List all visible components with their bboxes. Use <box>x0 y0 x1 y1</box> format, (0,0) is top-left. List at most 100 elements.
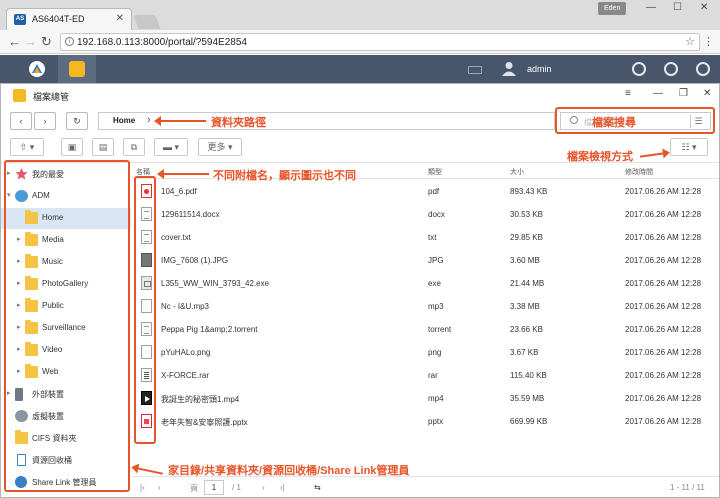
window-minimize-icon[interactable]: — <box>653 88 663 99</box>
file-type: png <box>428 348 442 357</box>
refresh-button[interactable]: ↻ <box>66 112 88 130</box>
file-size: 3.60 MB <box>510 256 540 265</box>
forward-icon[interactable]: → <box>24 34 37 49</box>
upload-button[interactable]: ⇧ ▾ <box>10 138 44 156</box>
file-size: 30.53 KB <box>510 210 543 219</box>
file-row[interactable]: X-FORCE.rar rar 115.40 KB 2017.06.26 AM … <box>132 364 719 387</box>
first-page-icon[interactable]: |‹ <box>140 483 145 492</box>
file-explorer-app-button[interactable] <box>58 55 96 83</box>
nav-back-button[interactable]: ‹ <box>10 112 32 130</box>
file-modified: 2017.06.26 AM 12:28 <box>625 348 702 357</box>
folder-actions-button[interactable]: ▬ ▾ <box>154 138 188 156</box>
column-header-size[interactable]: 大小 <box>510 167 524 177</box>
file-row[interactable]: IMG_7608 (1).JPG JPG 3.60 MB 2017.06.26 … <box>132 249 719 272</box>
file-modified: 2017.06.26 AM 12:28 <box>625 210 702 219</box>
file-name: IMG_7608 (1).JPG <box>161 256 229 265</box>
url-input[interactable]: i 192.168.0.113:8000/portal/?594E2854 ☆ <box>60 33 700 51</box>
sidebar-annotation: 家目錄/共享資料夾/資源回收桶/Share Link管理員 <box>168 465 410 477</box>
file-name: 104_6.pdf <box>161 187 197 196</box>
browser-tab-title: AS6404T-ED <box>32 14 85 24</box>
close-window-icon[interactable]: ✕ <box>700 2 708 13</box>
file-type: mp4 <box>428 394 444 403</box>
prev-page-icon[interactable]: ‹ <box>158 483 161 492</box>
file-modified: 2017.06.26 AM 12:28 <box>625 279 702 288</box>
file-modified: 2017.06.26 AM 12:28 <box>625 417 702 426</box>
column-header-modified[interactable]: 修改時間 <box>625 167 653 177</box>
file-type: torrent <box>428 325 452 334</box>
next-page-icon[interactable]: › <box>262 483 265 492</box>
reload-icon[interactable]: ↻ <box>41 34 52 50</box>
file-modified: 2017.06.26 AM 12:28 <box>625 394 702 403</box>
url-text: 192.168.0.113:8000/portal/?594E2854 <box>77 37 247 48</box>
nav-forward-button[interactable]: › <box>34 112 56 130</box>
bookmark-star-icon[interactable]: ☆ <box>685 35 695 48</box>
page-number-input[interactable]: 1 <box>204 480 224 495</box>
site-info-icon[interactable]: i <box>65 37 74 46</box>
window-close-icon[interactable]: ✕ <box>703 88 711 99</box>
file-name: pYuHALo.png <box>161 348 211 357</box>
icons-arrow-icon <box>157 169 209 179</box>
browser-menu-icon[interactable]: ⋮ <box>703 35 714 48</box>
file-type: pptx <box>428 417 444 426</box>
copy-button[interactable]: ⧉ <box>123 138 145 156</box>
file-explorer-app-icon <box>69 61 85 77</box>
file-modified: 2017.06.26 AM 12:28 <box>625 371 702 380</box>
power-icon[interactable] <box>696 62 710 76</box>
file-row[interactable]: 104_6.pdf pdf 893.43 KB 2017.06.26 AM 12… <box>132 180 719 203</box>
breadcrumb-home[interactable]: Home <box>113 116 135 125</box>
back-icon[interactable]: ← <box>8 34 21 49</box>
user-avatar-icon[interactable] <box>502 61 516 76</box>
browser-profile-chip[interactable]: Eden <box>598 2 627 15</box>
more-button[interactable]: 更多 ▾ <box>198 138 242 156</box>
browser-address-bar: ← → ↻ i 192.168.0.113:8000/portal/?594E2… <box>0 30 720 54</box>
icons-annotation-box <box>134 176 156 444</box>
notification-icon[interactable] <box>632 62 646 76</box>
refresh-list-icon[interactable]: ⇆ <box>314 483 321 492</box>
close-tab-icon[interactable]: ✕ <box>116 13 124 24</box>
browser-tab[interactable]: AS AS6404T-ED ✕ <box>6 8 132 30</box>
window-title: 檔案總管 <box>33 92 70 102</box>
file-type: mp3 <box>428 302 444 311</box>
file-size: 35.59 MB <box>510 394 545 403</box>
view-mode-button[interactable]: ☷ ▾ <box>670 138 708 156</box>
adm-home-button[interactable] <box>18 55 56 83</box>
file-type: rar <box>428 371 438 380</box>
file-list: 名稱 類型 大小 修改時間 104_6.pdf pdf 893.43 KB 20… <box>132 163 719 469</box>
file-row[interactable]: cover.txt txt 29.85 KB 2017.06.26 AM 12:… <box>132 226 719 249</box>
file-row[interactable]: L355_WW_WIN_3793_42.exe exe 21.44 MB 201… <box>132 272 719 295</box>
file-row[interactable]: Nc - I&U.mp3 mp3 3.38 MB 2017.06.26 AM 1… <box>132 295 719 318</box>
file-row[interactable]: 老年失智&安寧照護.pptx pptx 669.99 KB 2017.06.26… <box>132 410 719 433</box>
adm-taskbar: admin <box>0 55 720 83</box>
column-header-type[interactable]: 類型 <box>428 167 442 177</box>
file-row[interactable]: Peppa Pig 1&amp;2.torrent torrent 23.66 … <box>132 318 719 341</box>
file-name: L355_WW_WIN_3793_42.exe <box>161 279 270 288</box>
new-folder-button[interactable]: ▣ <box>61 138 83 156</box>
file-modified: 2017.06.26 AM 12:28 <box>625 256 702 265</box>
file-name: cover.txt <box>161 233 191 242</box>
keyboard-icon[interactable] <box>468 66 482 74</box>
file-type: JPG <box>428 256 444 265</box>
file-modified: 2017.06.26 AM 12:28 <box>625 302 702 311</box>
file-row[interactable]: 我誕生的秘密頭1.mp4 mp4 35.59 MB 2017.06.26 AM … <box>132 387 719 410</box>
file-size: 21.44 MB <box>510 279 545 288</box>
maximize-window-icon[interactable]: ☐ <box>673 2 682 13</box>
last-page-icon[interactable]: ›| <box>280 483 285 492</box>
file-size: 3.67 KB <box>510 348 539 357</box>
file-row[interactable]: pYuHALo.png png 3.67 KB 2017.06.26 AM 12… <box>132 341 719 364</box>
move-folder-button[interactable]: ▤ <box>92 138 114 156</box>
window-menu-icon[interactable]: ≡ <box>625 88 631 99</box>
window-titlebar[interactable]: 檔案總管 ≡ — ❐ ✕ <box>1 84 719 106</box>
new-tab-button[interactable] <box>133 15 161 29</box>
activity-monitor-icon[interactable] <box>664 62 678 76</box>
icons-annotation: 不同附檔名，顯示圖示也不同 <box>213 170 356 182</box>
chevron-right-icon: › <box>147 114 151 126</box>
sidebar-annotation-box <box>4 160 130 492</box>
window-restore-icon[interactable]: ❐ <box>679 88 688 99</box>
file-size: 115.40 KB <box>510 371 547 380</box>
minimize-window-icon[interactable]: — <box>646 2 656 13</box>
page-range: 1 - 11 / 11 <box>670 483 705 492</box>
username-label[interactable]: admin <box>527 64 552 74</box>
file-size: 23.66 KB <box>510 325 543 334</box>
file-row[interactable]: 129611514.docx docx 30.53 KB 2017.06.26 … <box>132 203 719 226</box>
view-mode-annotation: 檔案檢視方式 <box>567 151 633 163</box>
